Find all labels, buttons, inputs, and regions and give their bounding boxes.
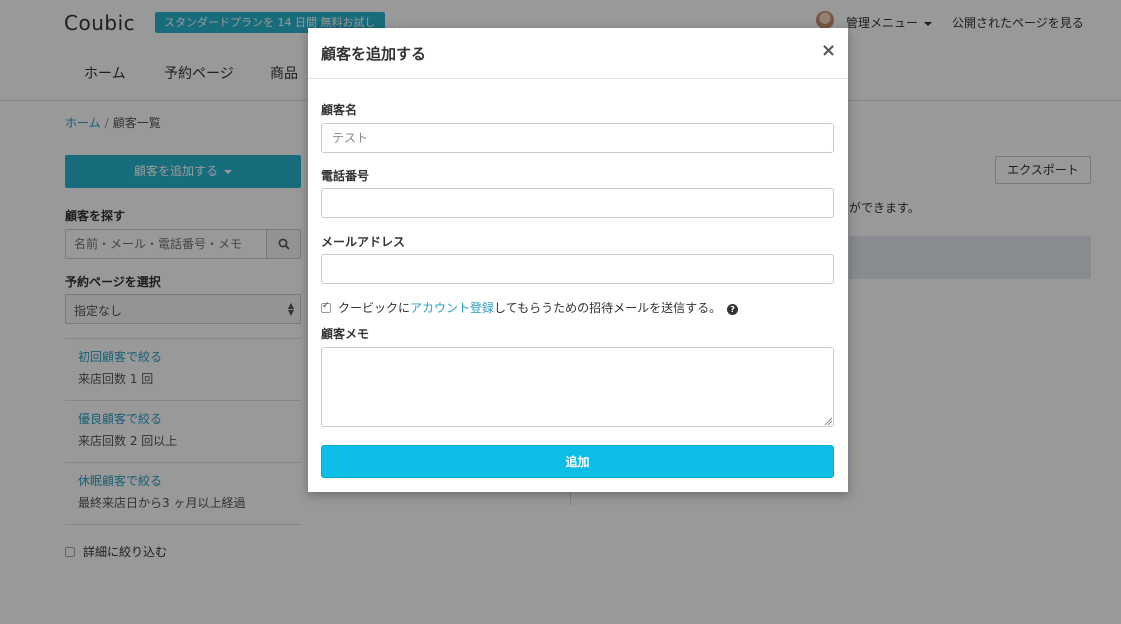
- customer-name-input[interactable]: [321, 123, 834, 153]
- invite-prefix: クービックに: [338, 301, 411, 315]
- modal-divider: [308, 78, 848, 79]
- phone-label: 電話番号: [321, 169, 370, 183]
- invite-checkbox[interactable]: [321, 301, 331, 313]
- customer-name-label: 顧客名: [321, 103, 358, 117]
- add-customer-modal: 顧客を追加する × 顧客名 電話番号 メールアドレス クービックにアカウント登録…: [308, 28, 848, 492]
- close-icon[interactable]: ×: [821, 40, 836, 61]
- memo-textarea[interactable]: [321, 347, 834, 427]
- help-icon[interactable]: ?: [727, 304, 739, 315]
- account-registration-link[interactable]: アカウント登録: [410, 301, 494, 315]
- email-label: メールアドレス: [321, 235, 406, 249]
- invite-option: クービックにアカウント登録してもらうための招待メールを送信する。?: [321, 299, 739, 316]
- submit-button[interactable]: 追加: [321, 445, 834, 478]
- memo-label: 顧客メモ: [321, 327, 370, 341]
- phone-input[interactable]: [321, 188, 834, 218]
- invite-suffix: してもらうための招待メールを送信する。: [494, 301, 722, 315]
- modal-title: 顧客を追加する: [321, 45, 427, 63]
- email-input[interactable]: [321, 254, 834, 284]
- resize-handle-icon[interactable]: [824, 417, 832, 425]
